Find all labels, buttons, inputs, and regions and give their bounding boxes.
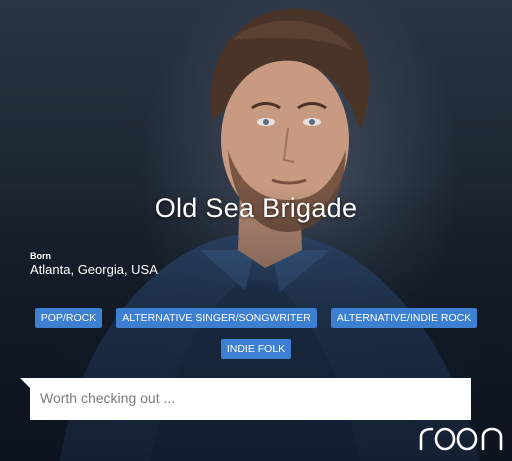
note-input[interactable]: Worth checking out ... [30,378,471,420]
artist-name: Old Sea Brigade [154,193,358,223]
roon-logo [419,427,503,451]
born-label: Born [30,251,51,261]
genre-tags: POP/ROCK ALTERNATIVE SINGER/SONGWRITER A… [0,308,512,359]
note-bubble-tail [20,378,30,388]
genre-tag-pop-rock[interactable]: POP/ROCK [34,308,103,328]
genre-tag-alt-singer-songwriter[interactable]: ALTERNATIVE SINGER/SONGWRITER [116,308,317,328]
born-value: Atlanta, Georgia, USA [30,262,158,277]
genre-tag-alt-indie-rock[interactable]: ALTERNATIVE/INDIE ROCK [330,308,478,328]
genre-tag-indie-folk[interactable]: INDIE FOLK [220,339,292,359]
